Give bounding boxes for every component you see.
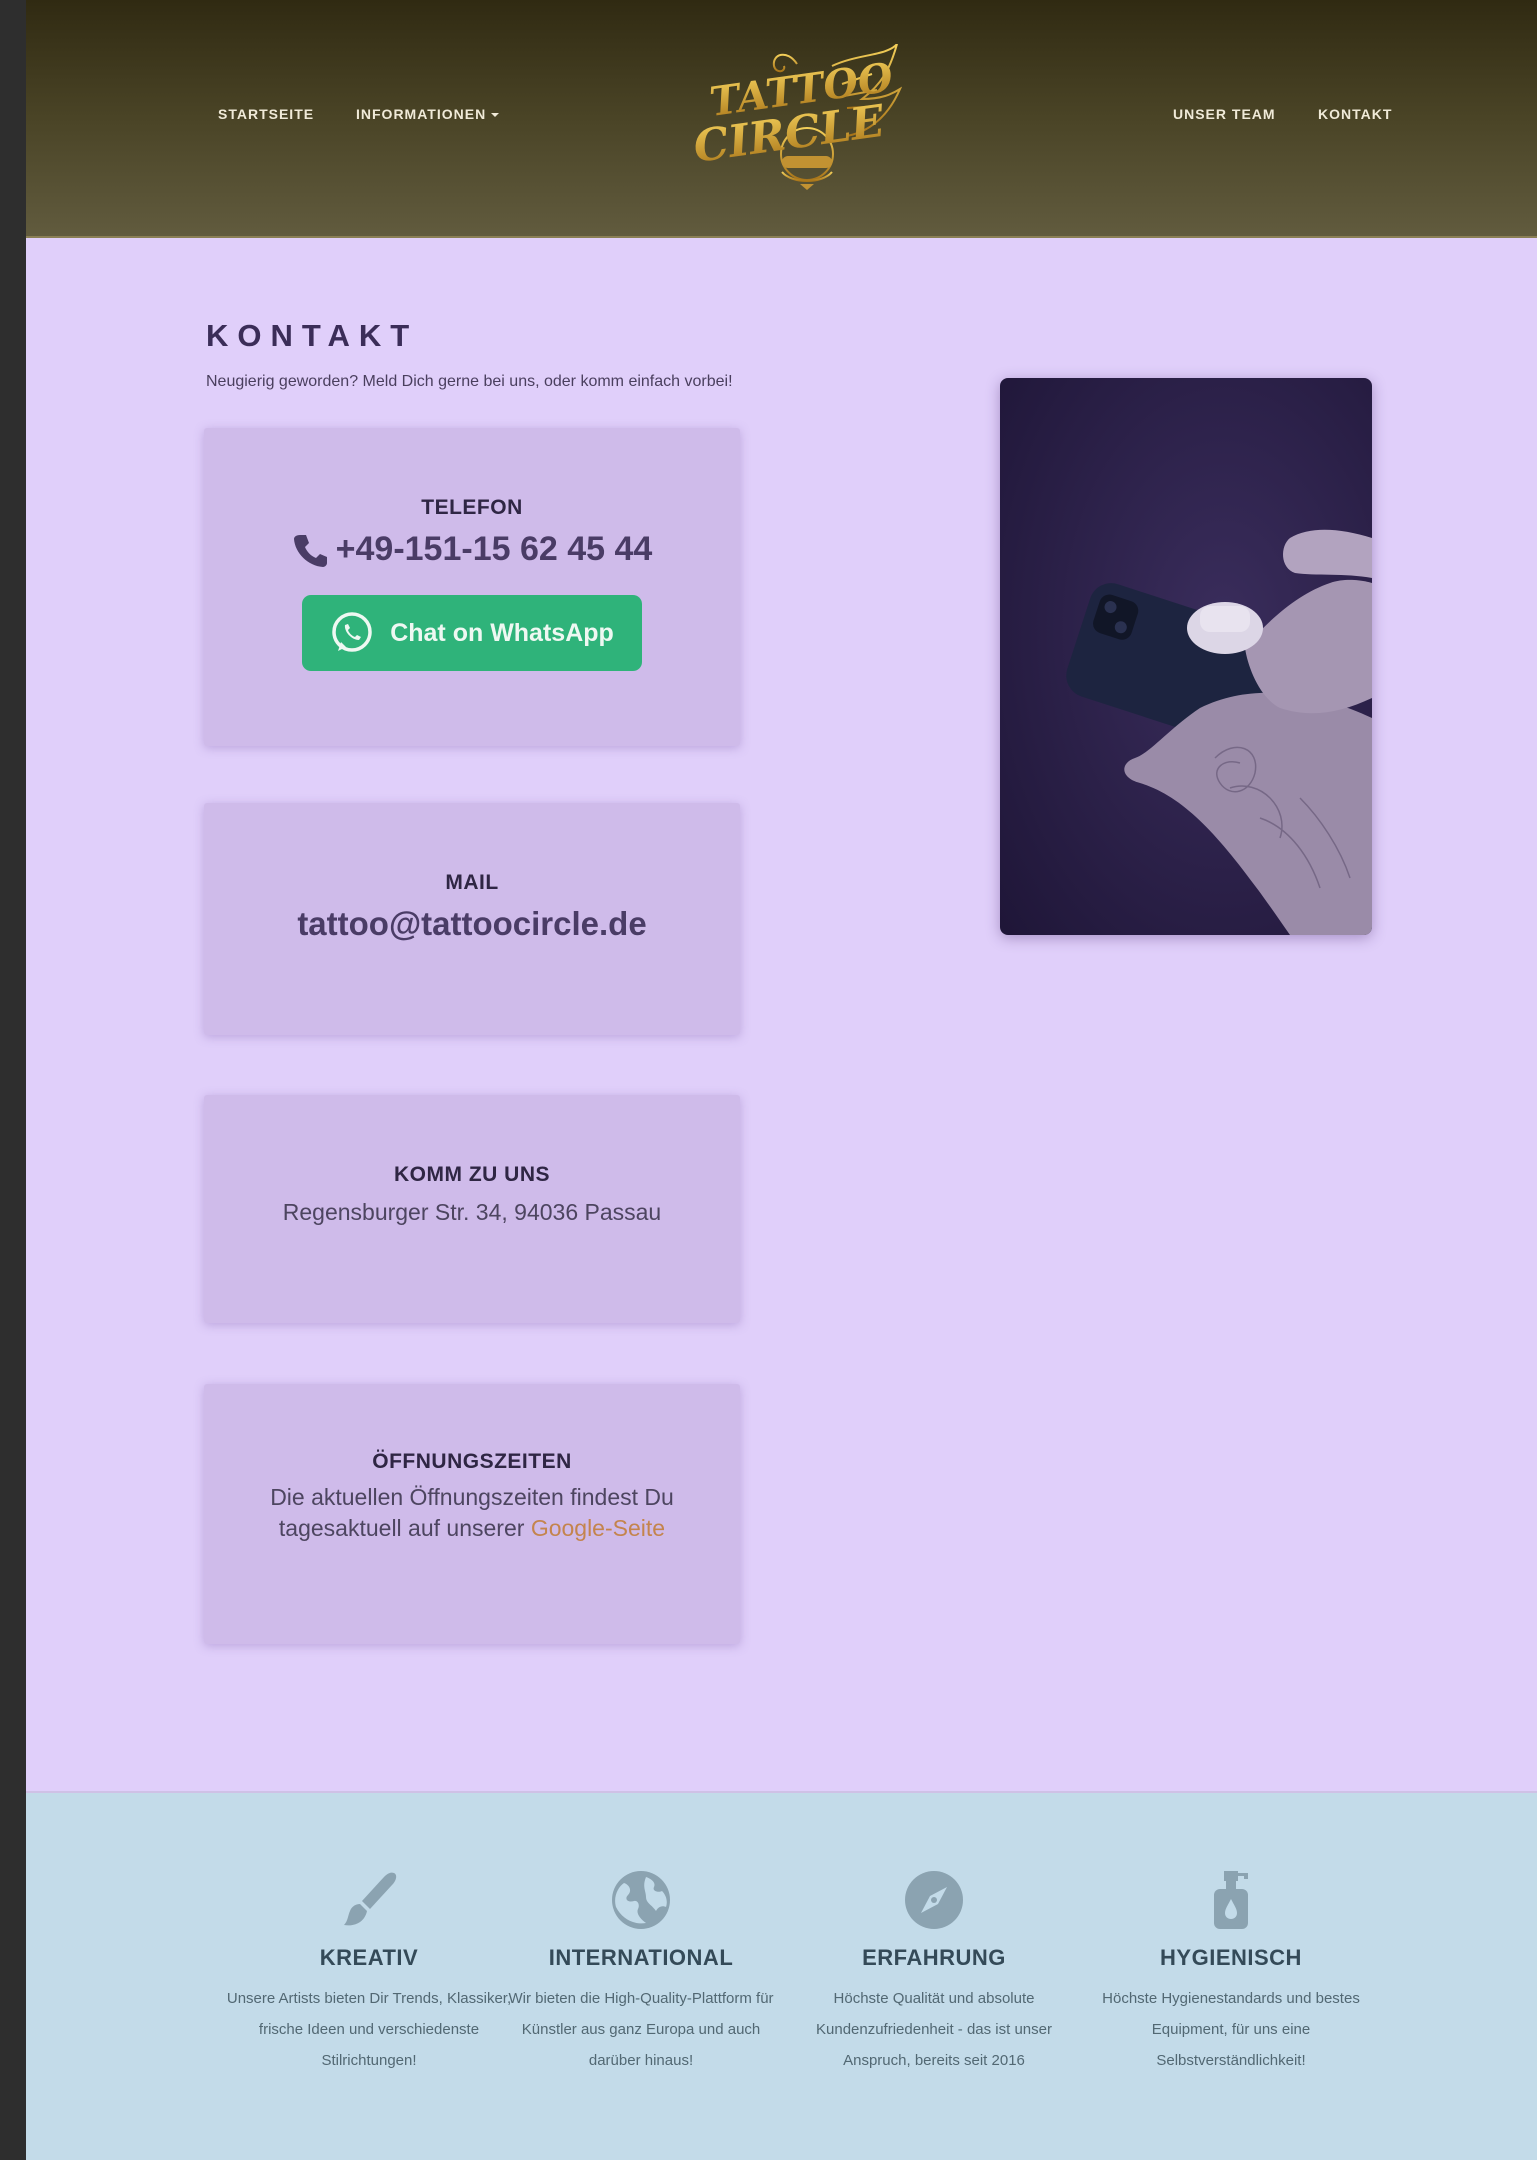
mail-address-link[interactable]: tattoo@tattoocircle.de [204,905,740,943]
feature-kreativ: KREATIV Unsere Artists bieten Dir Trends… [224,1869,514,2076]
page-title: KONTAKT [206,318,419,353]
feature-title: INTERNATIONAL [548,1945,734,1970]
tattoo-circle-logo[interactable]: TATTOO CIRCLE [682,43,903,190]
phone-number: +49-151-15 62 45 44 [335,530,653,568]
whatsapp-icon [332,612,372,652]
nav-kontakt[interactable]: KONTAKT [1318,106,1392,122]
feature-text: Höchste Qualität und absolute Kundenzufr… [816,1990,1052,2069]
features-band: KREATIV Unsere Artists bieten Dir Trends… [26,1791,1537,2160]
feature-erfahrung: ERFAHRUNG Höchste Qualität und absolute … [789,1869,1079,2076]
nav-unser-team[interactable]: UNSER TEAM [1173,106,1276,122]
phone-icon [293,534,327,567]
hours-text: Die aktuellen Öffnungszeiten findest Du … [204,1482,740,1544]
address-card: KOMM ZU UNS Regensburger Str. 34, 94036 … [204,1095,740,1323]
nav-informationen[interactable]: INFORMATIONEN [356,106,500,122]
feature-text: Wir bieten die High-Quality-Plattform fü… [508,1990,774,2069]
nav-startseite[interactable]: STARTSEITE [218,106,314,122]
feature-text: Höchste Hygienestandards und bestes Equi… [1102,1990,1360,2069]
feature-title: ERFAHRUNG [862,1945,1006,1970]
contact-photo [1000,378,1372,935]
whatsapp-button[interactable]: Chat on WhatsApp [302,595,642,671]
hours-title: ÖFFNUNGSZEITEN [372,1450,572,1473]
hours-card: ÖFFNUNGSZEITEN Die aktuellen Öffnungszei… [204,1384,740,1644]
feature-title: HYGIENISCH [1160,1945,1302,1970]
phone-card: TELEFON +49-151-15 62 45 44 Chat on What… [204,428,740,746]
feature-hygienisch: HYGIENISCH Höchste Hygienestandards und … [1086,1869,1376,2076]
nav-informationen-label: INFORMATIONEN [356,106,487,122]
mail-title: MAIL [445,871,499,894]
feature-international: INTERNATIONAL Wir bieten die High-Qualit… [496,1869,786,2076]
phone-title: TELEFON [421,496,523,519]
intro-text: Neugierig geworden? Meld Dich gerne bei … [206,373,733,390]
mail-card: MAIL tattoo@tattoocircle.de [204,803,740,1035]
paintbrush-icon [338,1869,400,1931]
address-text: Regensburger Str. 34, 94036 Passau [282,1199,662,1225]
page: STARTSEITE INFORMATIONEN TATTOO CIRCLE U… [26,0,1537,2160]
feature-title: KREATIV [319,1945,419,1970]
address-title: KOMM ZU UNS [394,1163,550,1186]
globe-icon [610,1869,672,1931]
google-page-link[interactable]: Google-Seite [531,1515,665,1541]
phone-number-link[interactable]: +49-151-15 62 45 44 [204,530,740,569]
site-header: STARTSEITE INFORMATIONEN TATTOO CIRCLE U… [26,0,1537,238]
feature-text: Unsere Artists bieten Dir Trends, Klassi… [226,1990,512,2069]
whatsapp-label: Chat on WhatsApp [390,618,614,647]
soap-dispenser-icon [1200,1869,1262,1931]
compass-icon [903,1869,965,1931]
chevron-down-icon [491,113,500,118]
